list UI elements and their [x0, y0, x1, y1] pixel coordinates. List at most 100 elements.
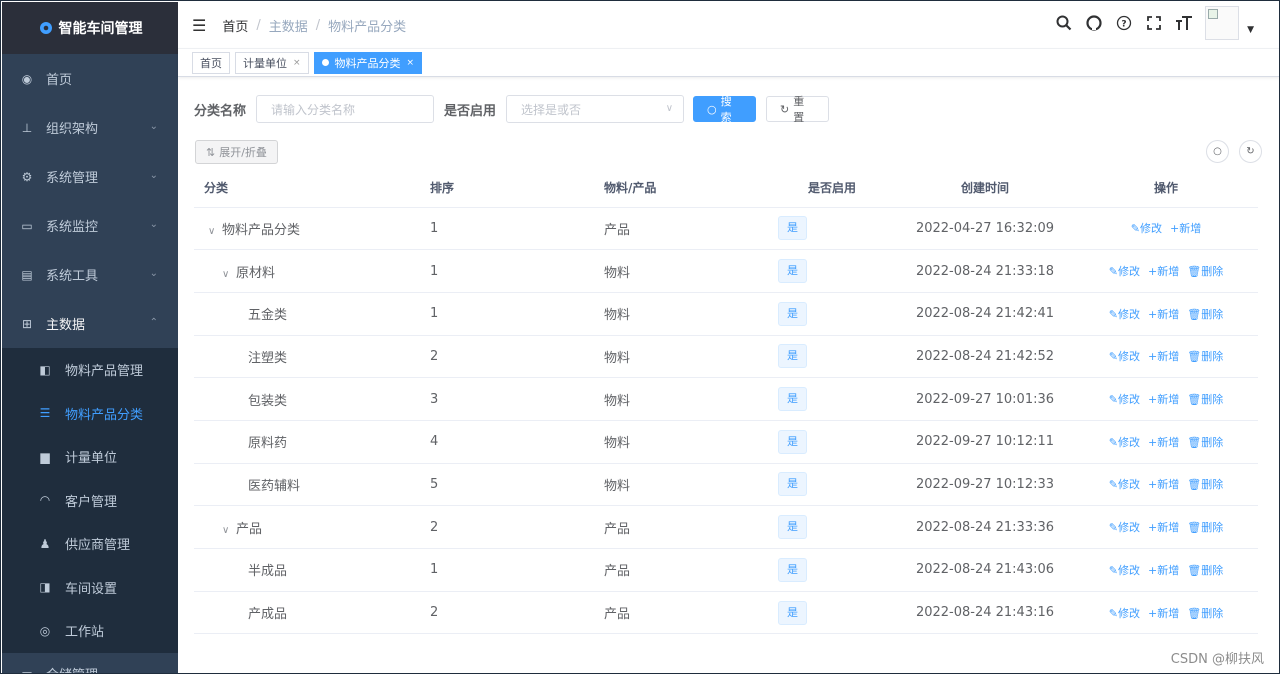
sidebar-subitem-1[interactable]: ☰ 物料产品分类	[2, 392, 178, 436]
edit-button[interactable]: ✎修改	[1109, 436, 1140, 449]
tag-1[interactable]: 计量单位 ×	[235, 51, 309, 74]
chevron-down-icon[interactable]: ∨	[222, 525, 236, 536]
add-button[interactable]: +新增	[1148, 265, 1179, 278]
trash-icon: 🗑	[1187, 393, 1202, 407]
column-header: 排序	[420, 168, 594, 208]
edit-button[interactable]: ✎修改	[1109, 607, 1140, 620]
page-content: 分类名称 请输入分类名称 是否启用 选择是或否 ∨ ○ 搜索 ↻ 重置 ⇅ 展开…	[178, 77, 1279, 635]
edit-button[interactable]: ✎修改	[1109, 564, 1140, 577]
font-size-icon[interactable]	[1175, 14, 1193, 32]
edit-button[interactable]: ✎修改	[1109, 350, 1140, 363]
delete-button[interactable]: 🗑删除	[1187, 393, 1223, 406]
edit-button[interactable]: ✎修改	[1109, 521, 1140, 534]
delete-button[interactable]: 🗑删除	[1187, 265, 1223, 278]
edit-button[interactable]: ✎修改	[1131, 222, 1162, 235]
github-icon[interactable]	[1085, 14, 1103, 32]
delete-button[interactable]: 🗑删除	[1187, 436, 1223, 449]
search-button[interactable]: ○ 搜索	[693, 95, 757, 124]
expand-collapse-button[interactable]: ⇅ 展开/折叠	[195, 140, 278, 164]
sort-cell: 2	[420, 591, 594, 635]
sidebar-item-3[interactable]: ▭ 系统监控 ⌄	[2, 201, 178, 250]
add-button-label: 新增	[1157, 563, 1180, 577]
tag-0[interactable]: 首页	[192, 51, 230, 74]
add-button[interactable]: +新增	[1148, 308, 1179, 321]
sidebar-item-2[interactable]: ⚙ 系统管理 ⌄	[2, 152, 178, 201]
created-time-cell: 2022-09-27 10:12:33	[896, 463, 1074, 507]
sort-cell: 2	[420, 505, 594, 549]
add-button[interactable]: +新增	[1148, 436, 1179, 449]
delete-button[interactable]: 🗑删除	[1187, 521, 1223, 534]
chevron-down-icon: ∨	[665, 103, 674, 114]
category-name: 医药辅料	[248, 478, 301, 494]
add-button[interactable]: +新增	[1148, 521, 1179, 534]
breadcrumb-home[interactable]: 首页	[222, 16, 248, 35]
sidebar: 智能车间管理 ◉ 首页 ⊥ 组织架构 ⌄ ⚙ 系统管理 ⌄ ▭ 系统监控 ⌄ ▤ 系统工具 ⌄ ⊞ 主数据 ⌃ ◧…	[2, 2, 178, 673]
edit-icon: ✎	[1130, 222, 1140, 236]
fullscreen-icon[interactable]	[1145, 14, 1163, 32]
plus-icon: +	[1148, 393, 1158, 407]
close-icon[interactable]: ×	[293, 58, 301, 68]
sidebar-item-1[interactable]: ⊥ 组织架构 ⌄	[2, 103, 178, 152]
sidebar-item-4[interactable]: ▤ 系统工具 ⌄	[2, 250, 178, 299]
question-icon[interactable]: ?	[1115, 14, 1133, 32]
sidebar-item-0[interactable]: ◉ 首页	[2, 54, 178, 103]
add-button[interactable]: +新增	[1148, 564, 1179, 577]
sort-cell: 2	[420, 335, 594, 379]
add-button[interactable]: +新增	[1148, 350, 1179, 363]
hamburger-icon[interactable]: ☰	[192, 16, 206, 35]
add-button[interactable]: +新增	[1148, 607, 1179, 620]
category-name-input[interactable]: 请输入分类名称	[256, 95, 435, 123]
tag-2[interactable]: 物料产品分类 ×	[313, 51, 423, 74]
search-icon[interactable]	[1055, 14, 1073, 32]
enabled-cell: 是	[768, 249, 896, 293]
delete-button[interactable]: 🗑删除	[1187, 350, 1223, 363]
enabled-select[interactable]: 选择是或否 ∨	[506, 95, 685, 123]
add-button[interactable]: +新增	[1148, 478, 1179, 491]
add-button[interactable]: +新增	[1148, 393, 1179, 406]
tag-label: 物料产品分类	[334, 56, 401, 70]
sidebar-subitem-4[interactable]: ♟ 供应商管理	[2, 522, 178, 566]
reset-button[interactable]: ↻ 重置	[766, 95, 830, 124]
category-cell: ∨ 物料产品分类	[194, 207, 420, 251]
chevron-down-icon[interactable]: ∨	[208, 226, 222, 237]
warehouse-icon: ▦	[20, 669, 34, 674]
delete-button[interactable]: 🗑删除	[1187, 478, 1223, 491]
sidebar-logo[interactable]: 智能车间管理	[2, 2, 178, 54]
delete-button[interactable]: 🗑删除	[1187, 607, 1223, 620]
users-icon: ♟	[39, 536, 51, 551]
edit-button-label: 修改	[1118, 521, 1141, 535]
close-icon[interactable]: ×	[407, 58, 415, 68]
avatar[interactable]	[1205, 6, 1240, 40]
toggle-search-icon[interactable]: ○	[1206, 140, 1229, 163]
chevron-down-icon[interactable]: ∨	[222, 269, 236, 280]
caret-down-icon[interactable]: ▼	[1247, 25, 1254, 35]
table-row: 包装类 3 物料是 2022-09-27 10:01:36 ✎修改 +新增 🗑删除	[194, 377, 1258, 421]
enabled-badge: 是	[778, 515, 807, 540]
edit-button-label: 修改	[1140, 222, 1162, 236]
delete-button-label: 删除	[1201, 478, 1224, 492]
edit-button[interactable]: ✎修改	[1109, 265, 1140, 278]
category-name: 半成品	[248, 564, 288, 580]
sidebar-subitem-2[interactable]: ▆ 计量单位	[2, 435, 178, 479]
station-icon: ◎	[39, 623, 51, 638]
sidebar-item-5[interactable]: ⊞ 主数据 ⌃	[2, 299, 178, 348]
sort-cell: 1	[420, 249, 594, 293]
refresh-icon[interactable]: ↻	[1239, 140, 1262, 163]
plus-icon: +	[1148, 478, 1158, 492]
category-cell: 产成品	[194, 591, 420, 635]
sidebar-subitem-5[interactable]: ◨ 车间设置	[2, 566, 178, 610]
table-row: ∨ 原材料 1 物料是 2022-08-24 21:33:18 ✎修改 +新增 🗑删除	[194, 249, 1258, 293]
enabled-badge: 是	[778, 301, 807, 326]
sidebar-subitem-0[interactable]: ◧ 物料产品管理	[2, 348, 178, 392]
sidebar-subitem-6[interactable]: ◎ 工作站	[2, 609, 178, 653]
delete-button[interactable]: 🗑删除	[1187, 308, 1223, 321]
sidebar-subitem-3[interactable]: ◠ 客户管理	[2, 479, 178, 523]
edit-button[interactable]: ✎修改	[1109, 308, 1140, 321]
active-dot-icon	[321, 59, 329, 66]
sidebar-item-warehouse[interactable]: ▦ 仓储管理	[2, 653, 178, 674]
delete-button[interactable]: 🗑删除	[1187, 564, 1223, 577]
delete-button-label: 删除	[1201, 307, 1224, 321]
edit-button[interactable]: ✎修改	[1109, 393, 1140, 406]
edit-button[interactable]: ✎修改	[1109, 478, 1140, 491]
add-button[interactable]: +新增	[1170, 222, 1201, 235]
